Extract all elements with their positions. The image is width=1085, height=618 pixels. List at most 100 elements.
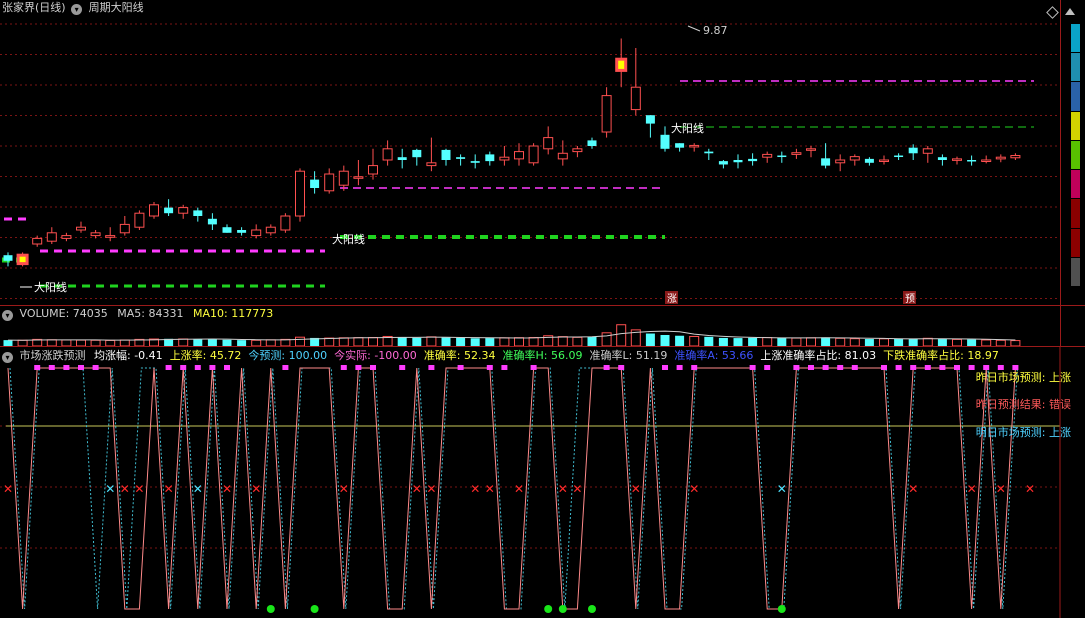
top-marker <box>793 365 800 370</box>
sidebar-segment[interactable] <box>1071 82 1080 111</box>
top-marker <box>749 365 756 370</box>
candle-body <box>718 161 728 165</box>
predict-marker: 预 <box>905 293 915 305</box>
candle-body <box>762 153 773 158</box>
top-marker <box>691 365 698 370</box>
forecast-pane[interactable]: ✕ ✕ ✕ ✕ ✕ ✕ ✕ ✕ ✕ ✕ ✕ ✕ ✕ ✕ ✕ ✕ ✕ ✕ ✕ ✕ ✕ ✕ ✕ ▾ 市场涨跌预测 均涨幅: -0… <box>0 347 1085 618</box>
candle-body <box>849 156 860 161</box>
volume-bar <box>178 338 189 346</box>
candle-body <box>791 152 802 155</box>
cross-marker: ✕ <box>996 482 1006 496</box>
volume-ma5-line <box>7 330 1016 341</box>
candle-body <box>704 151 714 154</box>
sidebar-segment[interactable] <box>1071 111 1080 140</box>
volume-bar <box>791 337 802 346</box>
volume-bar <box>368 336 378 346</box>
candle-body <box>675 143 685 148</box>
stat-label: 准确率H: <box>502 349 548 362</box>
forecast-chart[interactable]: ✕ ✕ ✕ ✕ ✕ ✕ ✕ ✕ ✕ ✕ ✕ ✕ ✕ ✕ ✕ ✕ ✕ ✕ ✕ ✕ ✕ ✕ ✕ <box>0 347 1085 618</box>
volume-bar <box>952 338 962 346</box>
big-yang-label: 大阳线 <box>671 121 704 135</box>
cross-marker: ✕ <box>485 482 495 496</box>
top-marker <box>486 365 493 370</box>
candle-body <box>426 162 437 167</box>
sidebar-segment[interactable] <box>1071 257 1080 286</box>
top-marker <box>63 365 70 370</box>
top-marker <box>355 365 362 370</box>
volume-bar <box>557 336 568 346</box>
cross-marker: ✕ <box>251 482 261 496</box>
volume-bar <box>733 338 743 346</box>
candle-body <box>251 229 262 237</box>
candle-body <box>105 235 116 238</box>
top-marker <box>457 365 464 370</box>
volume-bar <box>879 338 889 346</box>
sidebar-segment[interactable] <box>1071 24 1080 53</box>
candle-body <box>937 157 947 160</box>
tomorrow-forecast: 明日市场预测: 上涨 <box>975 426 1071 439</box>
candle-body <box>368 165 378 175</box>
candlestick-chart[interactable]: 9.87大阳线大阳线大阳线涨预 <box>0 0 1060 305</box>
cross-marker: ✕ <box>222 482 232 496</box>
candle-body <box>485 154 495 162</box>
candle-body <box>32 237 43 245</box>
main-chart-pane[interactable]: 张家界(日线) ▾ 周期大阳线 9.87 大阳线 大阳线 大阳线涨预 <box>0 0 1085 305</box>
stat-value: -100.00 <box>370 349 417 362</box>
yesterday-result: 昨日预测结果: 错误 <box>975 398 1071 411</box>
volume-bar <box>908 338 918 346</box>
volume-bar <box>193 339 203 346</box>
volume-pane[interactable]: ▾ VOLUME: 74035 MA5: 84331 MA10: 117773 <box>0 306 1085 346</box>
candle-body <box>207 218 217 225</box>
volume-bar <box>456 337 466 346</box>
volume-bar <box>894 338 904 346</box>
candle-body <box>119 223 130 234</box>
volume-bar <box>514 337 524 346</box>
volume-bar <box>412 337 422 346</box>
bottom-marker <box>777 605 786 613</box>
sidebar-segment[interactable] <box>1071 199 1080 228</box>
candle-body <box>821 158 831 166</box>
scroll-up-icon[interactable] <box>1065 8 1075 15</box>
candle-body <box>76 226 86 231</box>
rise-marker: 涨 <box>667 293 677 305</box>
cross-marker: ✕ <box>339 482 349 496</box>
top-marker <box>501 365 508 370</box>
top-marker <box>851 365 858 370</box>
candle-body <box>178 207 189 214</box>
sidebar-segment[interactable] <box>1071 140 1080 170</box>
candle-body <box>557 152 568 160</box>
cross-marker: ✕ <box>1025 482 1035 496</box>
volume-bar <box>499 337 510 346</box>
stat-value: 81.03 <box>841 349 877 362</box>
cross-marker: ✕ <box>631 482 641 496</box>
top-marker <box>224 365 230 370</box>
candle-body <box>222 227 232 233</box>
bottom-marker <box>310 605 319 613</box>
candle-body <box>338 170 349 186</box>
candle-body <box>441 149 451 160</box>
volume-chart[interactable] <box>0 306 1060 346</box>
forecast-menu-icon[interactable]: ▾ <box>2 352 13 363</box>
candle-body <box>908 147 918 154</box>
candle-body <box>952 158 962 161</box>
volume-bar <box>426 336 437 346</box>
candle-body <box>3 255 13 261</box>
stat-label: 均涨幅: <box>94 349 131 362</box>
candle-body <box>879 159 889 162</box>
candle-body <box>382 148 393 161</box>
candle-body <box>835 159 846 164</box>
market-sidebar[interactable] <box>1071 24 1080 287</box>
forecast-line <box>7 367 1016 610</box>
sidebar-segment[interactable] <box>1071 228 1080 257</box>
cross-marker: ✕ <box>908 482 918 496</box>
candle-body <box>456 157 466 159</box>
forecast-title[interactable]: 市场涨跌预测 <box>20 349 86 362</box>
top-marker <box>34 365 41 370</box>
cross-marker: ✕ <box>967 482 977 496</box>
sidebar-segment[interactable] <box>1071 170 1080 199</box>
candle-body <box>733 160 743 163</box>
sidebar-segment[interactable] <box>1071 53 1080 82</box>
yesterday-forecast: 昨日市场预测: 上涨 <box>975 371 1071 384</box>
cross-marker: ✕ <box>470 482 480 496</box>
top-marker <box>180 365 187 370</box>
